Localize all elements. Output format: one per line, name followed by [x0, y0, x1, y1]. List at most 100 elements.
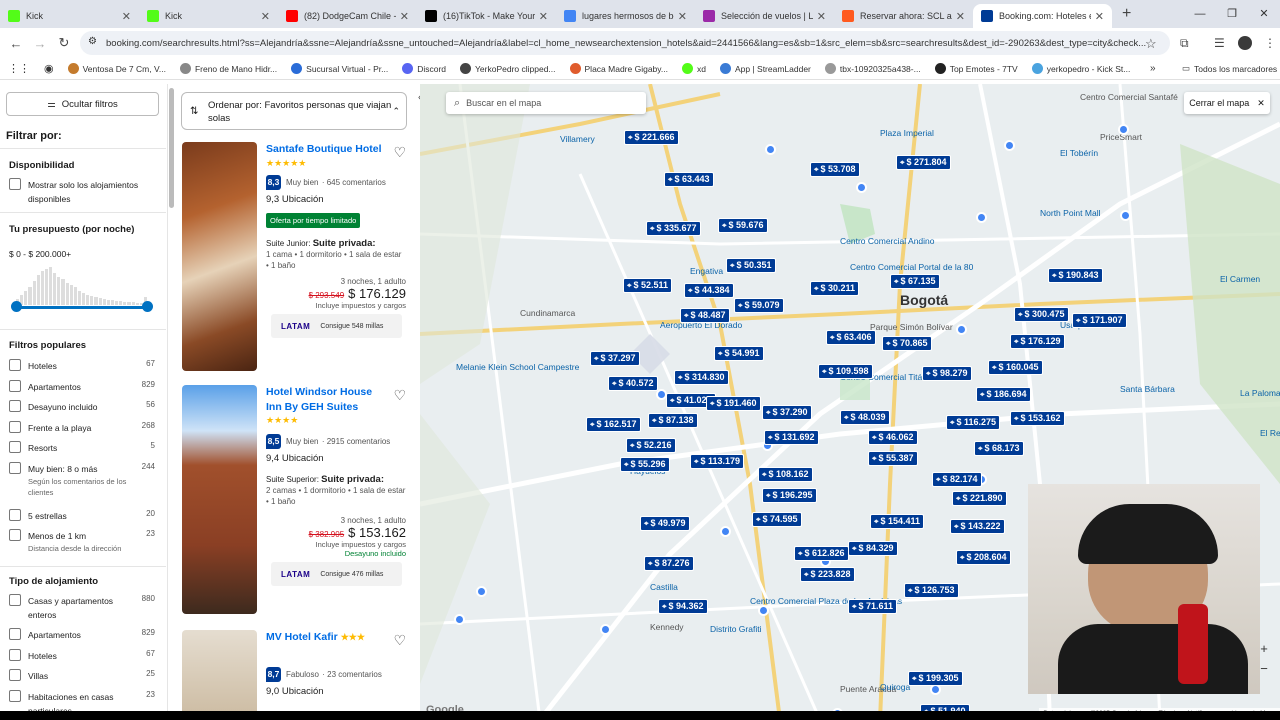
bookmark-item[interactable]: Placa Madre Gigaby...	[569, 63, 668, 74]
budget-max-handle[interactable]	[142, 301, 153, 312]
close-tab-icon[interactable]: ✕	[261, 10, 270, 23]
close-window-icon[interactable]: ✕	[1248, 0, 1280, 28]
map-price-pin[interactable]: $ 48.039	[840, 410, 890, 425]
close-tab-icon[interactable]: ✕	[956, 10, 965, 23]
browser-tab[interactable]: lugares hermosos de bo ✕	[556, 4, 695, 28]
map-price-pin[interactable]: $ 40.572	[608, 376, 658, 391]
map-poi-marker[interactable]	[765, 144, 776, 155]
filters-scrollbar[interactable]	[169, 88, 174, 208]
restore-icon[interactable]: ❐	[1216, 0, 1248, 28]
map-price-pin[interactable]: $ 335.677	[646, 221, 701, 236]
map-poi-marker[interactable]	[956, 324, 967, 335]
bookmark-item[interactable]: xd	[681, 63, 706, 74]
budget-slider-track[interactable]	[16, 306, 148, 309]
bookmark-item[interactable]: tbx-10920325a438-...	[824, 63, 921, 74]
forward-icon[interactable]: →	[28, 36, 52, 51]
map-poi-marker[interactable]	[856, 182, 867, 193]
map-price-pin[interactable]: $ 71.611	[848, 599, 898, 614]
map-price-pin[interactable]: $ 131.692	[764, 430, 819, 445]
map-price-pin[interactable]: $ 196.295	[762, 488, 817, 503]
map-price-pin[interactable]: $ 44.384	[684, 283, 734, 298]
map-price-pin[interactable]: $ 50.351	[726, 258, 776, 273]
wishlist-heart-icon[interactable]: ♡	[393, 387, 406, 404]
map-price-pin[interactable]: $ 49.979	[640, 516, 690, 531]
map-poi-marker[interactable]	[454, 614, 465, 625]
map-price-pin[interactable]: $ 126.753	[904, 583, 959, 598]
budget-min-handle[interactable]	[11, 301, 22, 312]
map-price-pin[interactable]: $ 221.666	[624, 130, 679, 145]
property-type-checkbox[interactable]: Hoteles 67	[9, 648, 155, 663]
browser-tab[interactable]: Kick ✕	[139, 4, 278, 28]
map-price-pin[interactable]: $ 30.211	[810, 281, 860, 296]
close-map-button[interactable]: Cerrar el mapa ✕	[1184, 92, 1270, 114]
map-price-pin[interactable]: $ 113.179	[690, 454, 745, 469]
map-price-pin[interactable]: $ 143.222	[950, 519, 1005, 534]
filter-checkbox[interactable]: Frente a la playa 268	[9, 420, 155, 435]
hotel-photo[interactable]	[182, 385, 257, 614]
filter-checkbox[interactable]: Menos de 1 km 23	[9, 529, 155, 543]
wishlist-heart-icon[interactable]: ♡	[393, 632, 406, 649]
hotel-photo[interactable]	[182, 630, 257, 720]
close-tab-icon[interactable]: ✕	[400, 10, 409, 23]
map-price-pin[interactable]: $ 84.329	[848, 541, 898, 556]
url-field[interactable]: ⚙ booking.com/searchresults.html?ss=Alej…	[80, 31, 1170, 55]
bookmark-item[interactable]: yerkopedro - Kick St...	[1031, 63, 1130, 74]
map-price-pin[interactable]: $ 314.830	[674, 370, 729, 385]
bookmark-item[interactable]: Sucursal Virtual - Pr...	[291, 63, 388, 74]
map-price-pin[interactable]: $ 160.045	[988, 360, 1043, 375]
map-price-pin[interactable]: $ 52.216	[626, 438, 676, 453]
apps-icon[interactable]: ⋮⋮	[8, 62, 30, 75]
map-price-pin[interactable]: $ 87.276	[644, 556, 694, 571]
site-info-icon[interactable]: ⚙	[88, 36, 97, 47]
hotel-name[interactable]: Santafe Boutique Hotel	[266, 142, 406, 157]
map-price-pin[interactable]: $ 55.387	[868, 451, 918, 466]
map-price-pin[interactable]: $ 98.279	[922, 366, 972, 381]
new-tab-button[interactable]: +	[1122, 5, 1131, 23]
bookmark-item[interactable]: YerkoPedro clipped...	[460, 63, 556, 74]
map-price-pin[interactable]: $ 199.305	[908, 671, 963, 686]
bookmark-item[interactable]: App | StreamLadder	[719, 63, 811, 74]
map-poi-marker[interactable]	[600, 624, 611, 635]
profile-avatar[interactable]	[1238, 36, 1252, 50]
map-search-input[interactable]: ⌕ Buscar en el mapa	[446, 92, 646, 114]
filter-checkbox[interactable]: Muy bien: 8 o más 244	[9, 461, 155, 476]
map-price-pin[interactable]: $ 52.511	[623, 278, 673, 293]
map-poi-marker[interactable]	[1120, 210, 1131, 221]
reload-icon[interactable]: ↻	[52, 35, 76, 51]
map-price-pin[interactable]: $ 271.804	[896, 155, 951, 170]
map-price-pin[interactable]: $ 221.890	[952, 491, 1007, 506]
close-tab-icon[interactable]: ✕	[539, 10, 548, 23]
map-poi-marker[interactable]	[758, 605, 769, 616]
map-price-pin[interactable]: $ 59.079	[734, 298, 784, 313]
hide-filters-button[interactable]: ⚌ Ocultar filtros	[6, 92, 159, 116]
sort-dropdown[interactable]: ⇅ Ordenar por: Favoritos personas que vi…	[181, 92, 407, 130]
map-price-pin[interactable]: $ 37.290	[762, 405, 812, 420]
map-price-pin[interactable]: $ 191.460	[706, 396, 761, 411]
property-type-checkbox[interactable]: Casas y apartamentos enteros 880	[9, 594, 155, 622]
bookmark-item[interactable]: Freno de Mano Hidr...	[179, 63, 277, 74]
map-price-pin[interactable]: $ 74.595	[752, 512, 802, 527]
close-tab-icon[interactable]: ✕	[817, 10, 826, 23]
map-poi-marker[interactable]	[720, 526, 731, 537]
hotel-name[interactable]: Hotel Windsor House Inn By GEH Suites	[266, 385, 406, 415]
minimize-icon[interactable]: —	[1184, 0, 1216, 28]
map-poi-marker[interactable]	[976, 212, 987, 223]
more-bookmarks-icon[interactable]: »	[1150, 63, 1156, 74]
map-price-pin[interactable]: $ 54.991	[714, 346, 764, 361]
map-price-pin[interactable]: $ 186.694	[976, 387, 1031, 402]
map-price-pin[interactable]: $ 87.138	[648, 413, 698, 428]
browser-tab[interactable]: Booking.com: Hoteles en ✕	[973, 4, 1112, 28]
all-bookmarks[interactable]: ▭ Todos los marcadores	[1182, 63, 1277, 74]
filter-checkbox[interactable]: Desayuno incluido 56	[9, 400, 155, 414]
map-poi-marker[interactable]	[1004, 140, 1015, 151]
map-price-pin[interactable]: $ 162.517	[586, 417, 641, 432]
map-price-pin[interactable]: $ 68.173	[974, 441, 1024, 456]
map-price-pin[interactable]: $ 116.275	[946, 415, 1001, 430]
map-price-pin[interactable]: $ 37.297	[590, 351, 640, 366]
map-price-pin[interactable]: $ 82.174	[932, 472, 982, 487]
filter-checkbox[interactable]: Hoteles 67	[9, 359, 155, 373]
property-type-checkbox[interactable]: Villas 25	[9, 669, 155, 683]
map-price-pin[interactable]: $ 67.135	[890, 274, 940, 289]
map-price-pin[interactable]: $ 53.708	[810, 162, 860, 177]
hotel-name[interactable]: MV Hotel Kafir ★★★	[266, 630, 406, 645]
